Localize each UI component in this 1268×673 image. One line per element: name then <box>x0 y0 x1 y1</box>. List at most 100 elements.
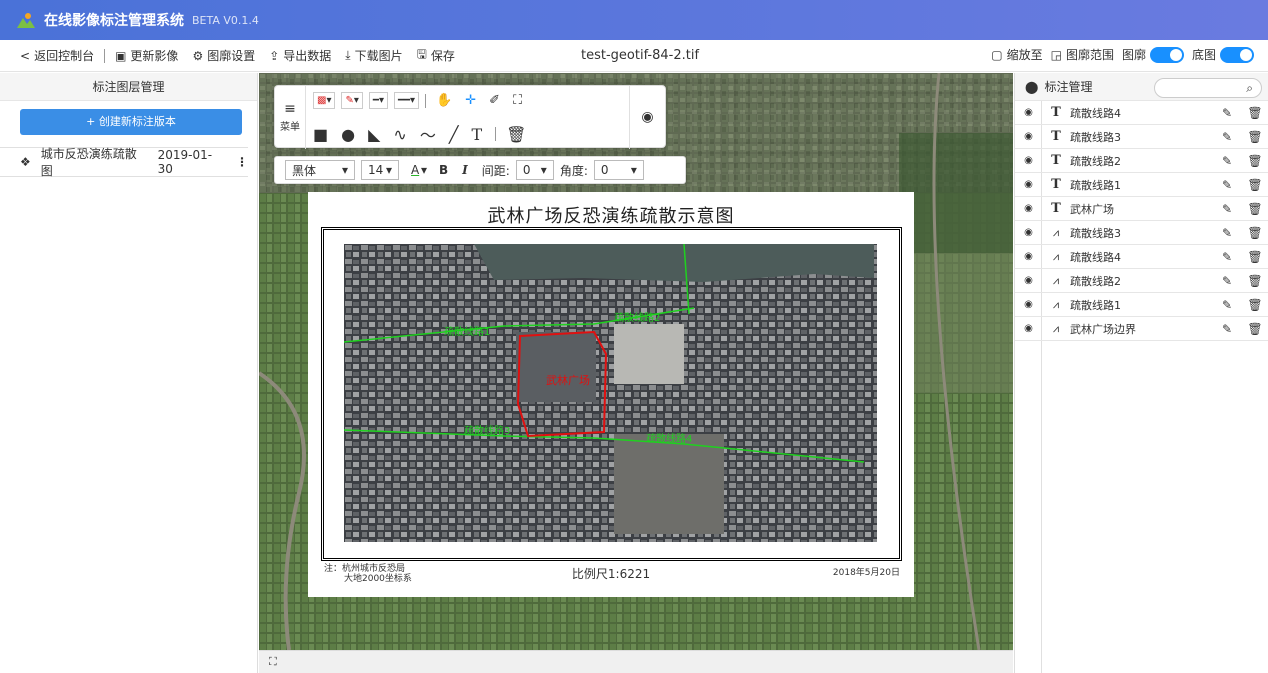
text-icon[interactable]: T <box>471 125 482 144</box>
search-input[interactable]: ⌕ <box>1154 78 1262 98</box>
line-style-dropdown[interactable]: ━ ▾ <box>368 92 388 109</box>
fill-pattern-dropdown[interactable]: ▩ ▾ <box>313 92 336 109</box>
annotation-row[interactable]: ◉ ⩘ 疏散线路2 ✎ 🗑 <box>1015 269 1268 293</box>
eye-icon[interactable]: ◉ <box>1015 131 1042 142</box>
edit-icon[interactable]: ✎ <box>1213 154 1241 168</box>
annotation-name: 疏散线路1 <box>1070 178 1121 192</box>
location-pin-icon: ⬤ <box>1025 79 1039 94</box>
trash-icon[interactable]: 🗑 <box>1241 178 1268 192</box>
fullscreen-icon[interactable]: ⛶ <box>513 93 522 108</box>
trash-icon[interactable]: 🗑 <box>1241 106 1268 120</box>
eye-icon[interactable]: ◉ <box>629 86 665 149</box>
back-button[interactable]: < 返回控制台 <box>20 47 94 64</box>
spacing-select[interactable]: 0 ▾ <box>515 160 554 180</box>
eye-icon[interactable]: ◉ <box>1015 323 1042 334</box>
menu-button[interactable]: ≡ 菜单 <box>275 86 306 149</box>
annotation-row[interactable]: ◉ T 疏散线路4 ✎ 🗑 <box>1015 101 1268 125</box>
trash-icon[interactable]: 🗑 <box>1241 130 1268 144</box>
export-data-button[interactable]: ⇪ 导出数据 <box>269 47 331 64</box>
annotation-row[interactable]: ◉ T 疏散线路3 ✎ 🗑 <box>1015 125 1268 149</box>
eye-icon[interactable]: ◉ <box>1015 203 1042 214</box>
eye-icon[interactable]: ◉ <box>1015 251 1042 262</box>
font-size-select[interactable]: 14 ▾ <box>361 160 399 180</box>
edit-icon[interactable]: ✎ <box>1213 250 1241 264</box>
edit-icon[interactable]: ✎ <box>1213 226 1241 240</box>
edit-icon[interactable]: ✎ <box>1213 202 1241 216</box>
aerial-image <box>344 244 877 542</box>
trash-icon[interactable]: 🗑 <box>1241 322 1268 336</box>
line-icon[interactable]: ╱ <box>449 125 459 144</box>
map-canvas[interactable]: ≡ 菜单 ▩ ▾ ✎ ▾ ━ ▾ ━━ ▾ ✋ ✛ ✐ ⛶ ■ ● ◣ ∿ 〜 ╱ T … <box>259 73 1013 673</box>
move-icon[interactable]: ✛ <box>465 93 476 108</box>
download-image-button[interactable]: ⤓ 下载图片 <box>345 47 402 64</box>
eye-icon[interactable]: ◉ <box>1015 107 1042 118</box>
edit-icon[interactable]: ✎ <box>1213 106 1241 120</box>
panel-title: 标注图层管理 <box>0 73 257 101</box>
font-family-select[interactable]: 黑体 ▾ <box>285 160 355 180</box>
toolbar-right: ▢ 缩放至 ◲ 图廓范围 图廓 底图 <box>991 46 1254 63</box>
update-image-button[interactable]: ▣ 更新影像 <box>115 47 178 64</box>
square-label: 武林广场 <box>546 374 590 387</box>
bold-icon[interactable]: B <box>439 163 448 177</box>
trash-icon[interactable]: 🗑 <box>1241 274 1268 288</box>
annotation-row[interactable]: ◉ T 疏散线路2 ✎ 🗑 <box>1015 149 1268 173</box>
trash-icon[interactable]: 🗑 <box>1241 154 1268 168</box>
map-settings-button[interactable]: ⚙ 图廓设置 <box>192 47 255 64</box>
edit-icon[interactable]: ✎ <box>1213 298 1241 312</box>
annotation-name: 疏散线路4 <box>1070 106 1121 120</box>
map-sheet[interactable]: 武林广场反恐演练疏散示意图 疏散线路1 疏散线路2 疏散线路3 疏散线路4 武林… <box>308 192 914 597</box>
annotation-row[interactable]: ◉ ⩘ 武林广场边界 ✎ 🗑 <box>1015 317 1268 341</box>
edit-icon[interactable]: ✎ <box>1213 322 1241 336</box>
pan-hand-icon[interactable]: ✋ <box>436 93 452 108</box>
font-color-icon: A <box>411 163 420 177</box>
trash-icon[interactable]: 🗑 <box>506 125 526 144</box>
eye-icon[interactable]: ◉ <box>1015 179 1042 190</box>
font-color-select[interactable]: A ▾ <box>405 160 433 180</box>
annotation-row[interactable]: ◉ T 武林广场 ✎ 🗑 <box>1015 197 1268 221</box>
annotation-row[interactable]: ◉ T 疏散线路1 ✎ 🗑 <box>1015 173 1268 197</box>
line-width-dropdown[interactable]: ━━ ▾ <box>393 92 420 109</box>
eye-icon[interactable]: ◉ <box>1015 299 1042 310</box>
eye-icon[interactable]: ◉ <box>1015 227 1042 238</box>
toolbar-divider <box>104 48 106 63</box>
main-toolbar: < 返回控制台 ▣ 更新影像 ⚙ 图廓设置 ⇪ 导出数据 ⤓ 下载图片 🖫 保存… <box>0 40 1268 72</box>
circle-icon[interactable]: ● <box>341 125 355 144</box>
trash-icon[interactable]: 🗑 <box>1241 250 1268 264</box>
frame-range-button[interactable]: ◲ 图廓范围 <box>1051 46 1114 63</box>
trash-icon[interactable]: 🗑 <box>1241 298 1268 312</box>
edit-icon[interactable]: ✎ <box>1213 178 1241 192</box>
angle-select[interactable]: 0 ▾ <box>593 160 644 180</box>
text-type-icon: T <box>1051 153 1061 168</box>
eye-icon[interactable]: ◉ <box>1015 155 1042 166</box>
route-label-2: 疏散线路2 <box>614 313 661 324</box>
map-date: 2018年5月20日 <box>832 568 900 578</box>
create-version-button[interactable]: + 创建新标注版本 <box>20 109 242 135</box>
basemap-toggle[interactable] <box>1220 46 1254 63</box>
app-header: 在线影像标注管理系统 BETA V0.1.4 <box>0 0 1268 40</box>
frame-toggle[interactable] <box>1149 46 1184 63</box>
annotation-row[interactable]: ◉ ⩘ 疏散线路1 ✎ 🗑 <box>1015 293 1268 317</box>
edit-shape-icon[interactable]: ✐ <box>489 93 500 108</box>
layers-icon: ❖ <box>20 155 31 169</box>
annotation-row[interactable]: ◉ ⩘ 疏散线路4 ✎ 🗑 <box>1015 245 1268 269</box>
edit-icon[interactable]: ✎ <box>1213 274 1241 288</box>
stroke-color-dropdown[interactable]: ✎ ▾ <box>341 92 363 109</box>
trash-icon[interactable]: 🗑 <box>1241 202 1268 216</box>
annotation-row[interactable]: ◉ ⩘ 疏散线路3 ✎ 🗑 <box>1015 221 1268 245</box>
italic-icon[interactable]: I <box>462 163 468 177</box>
more-icon[interactable]: ⋮ <box>236 155 248 169</box>
fullscreen-icon[interactable]: ⛶ <box>269 655 277 668</box>
save-button[interactable]: 🖫 保存 <box>417 45 455 66</box>
curve-icon[interactable]: ∿ <box>393 125 406 144</box>
freehand-icon[interactable]: 〜 <box>420 122 436 146</box>
caret-down-icon: ▾ <box>341 163 348 177</box>
eye-icon[interactable]: ◉ <box>1015 275 1042 286</box>
zoom-extent-icon: ▢ <box>991 47 1003 62</box>
trash-icon[interactable]: 🗑 <box>1241 226 1268 240</box>
line-width-icon: ━━ <box>397 95 411 106</box>
polygon-icon[interactable]: ◣ <box>368 125 380 144</box>
edit-icon[interactable]: ✎ <box>1213 130 1241 144</box>
layer-item[interactable]: ❖ 城市反恐演练疏散图 2019-01-30 ⋮ <box>0 147 248 178</box>
zoom-to-button[interactable]: ▢ 缩放至 <box>991 46 1042 63</box>
rectangle-icon[interactable]: ■ <box>313 125 328 144</box>
